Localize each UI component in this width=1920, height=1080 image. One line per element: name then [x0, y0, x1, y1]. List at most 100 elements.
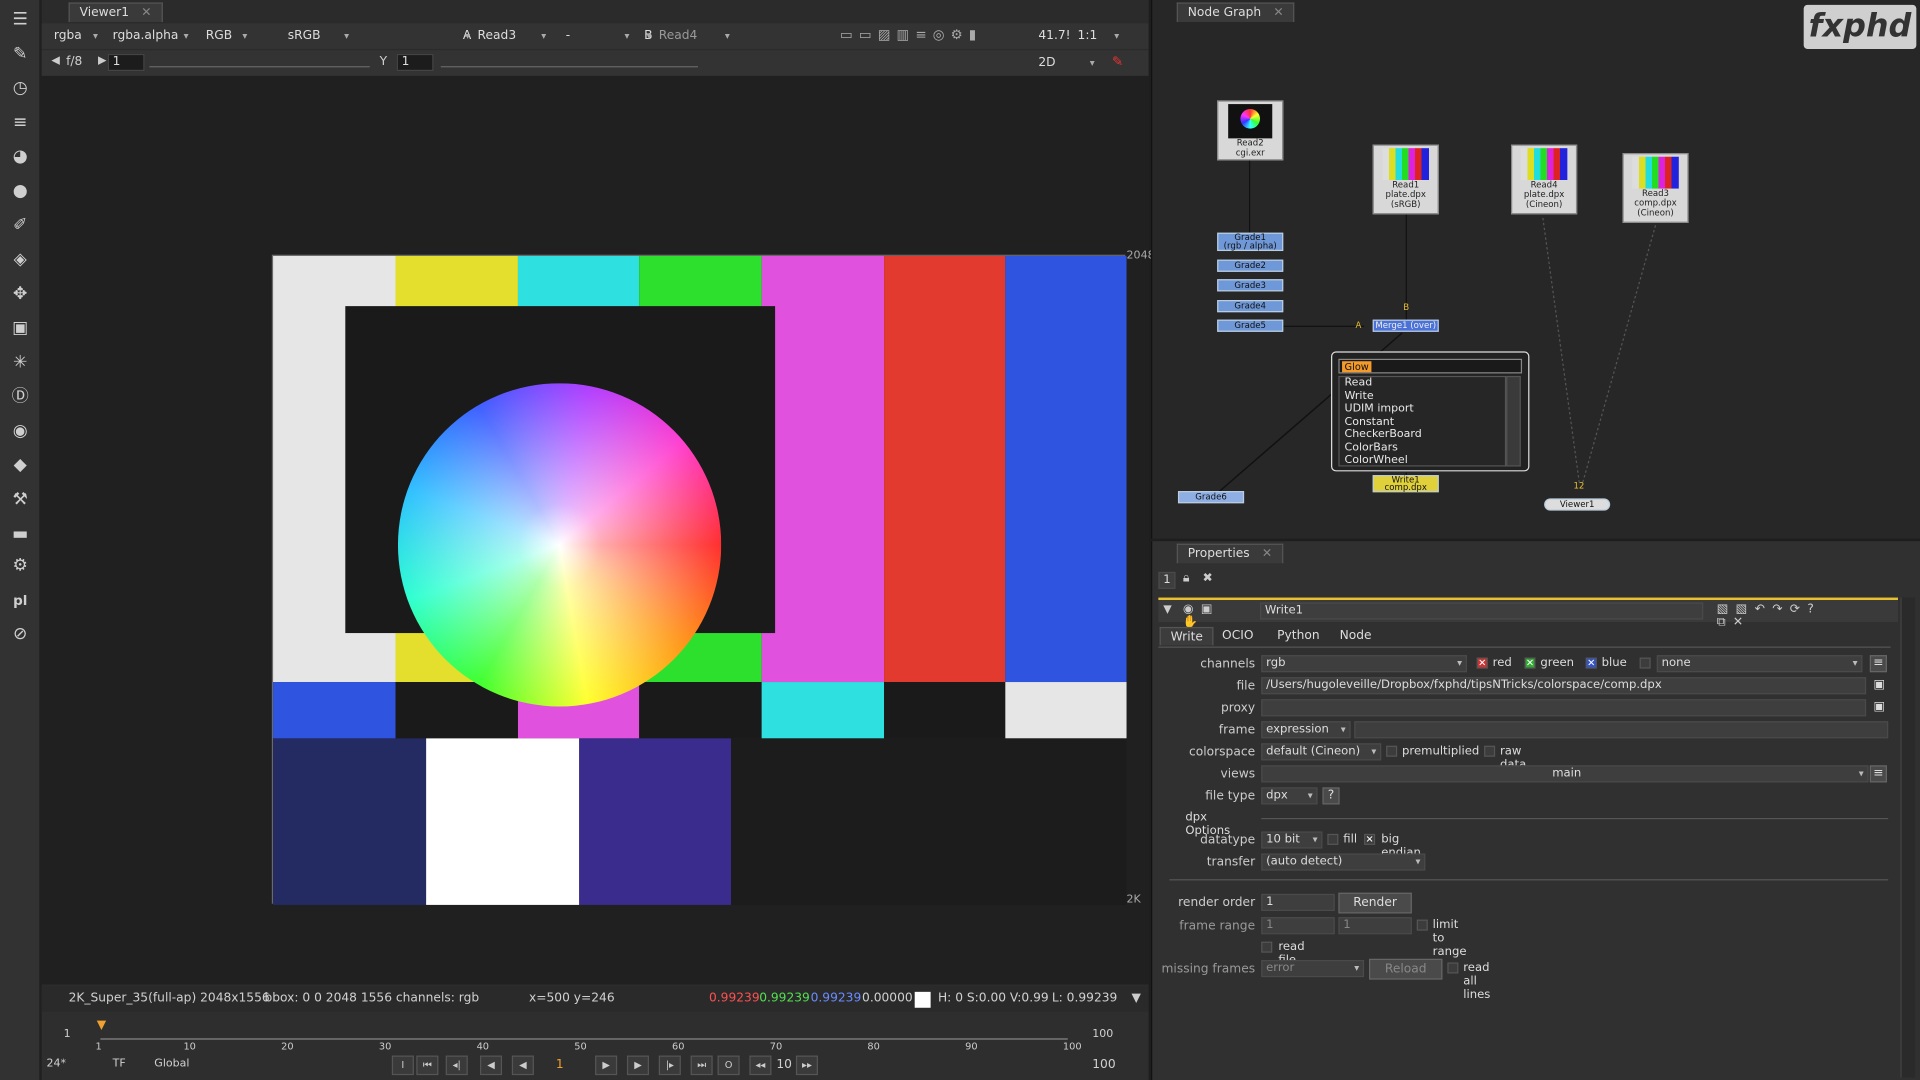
alpha-dropdown[interactable]: rgba.alpha [108, 27, 191, 45]
frame-dropdown[interactable]: expression [1261, 721, 1351, 739]
node-read4[interactable]: Read4 plate.dpx (Cineon) [1511, 144, 1578, 215]
furnace-icon[interactable]: ⚙ [10, 556, 31, 577]
timeline-start[interactable]: 1 [64, 1029, 71, 1041]
3d-icon[interactable]: ▣ [10, 318, 31, 339]
datatype-dropdown[interactable]: 10 bit [1261, 831, 1323, 849]
collapse-icon[interactable]: ▼ [1163, 604, 1171, 616]
list-item[interactable]: CheckerBoard [1340, 429, 1505, 442]
limit-range-checkbox[interactable] [1416, 919, 1428, 931]
node-search-popup[interactable]: Glow Read Write UDIM import Constant Che… [1331, 351, 1530, 472]
arrow-left-icon[interactable]: ◀ [51, 55, 59, 67]
node-read1[interactable]: Read1 plate.dpx (sRGB) [1372, 144, 1439, 215]
timeline-end[interactable]: 100 [1092, 1029, 1113, 1041]
prev-frame-button[interactable]: ◀ [480, 1055, 503, 1076]
chevron-down-icon[interactable]: ▼ [1131, 987, 1140, 1011]
fill-checkbox[interactable] [1327, 833, 1339, 845]
colorspace-dropdown[interactable]: default (Cineon) [1261, 743, 1382, 761]
read-all-lines-checkbox[interactable] [1447, 962, 1459, 974]
fps-dropdown[interactable]: 24* [47, 1058, 67, 1070]
file-type-dropdown[interactable]: dpx [1261, 787, 1318, 805]
arrow-right-icon[interactable]: ▶ [98, 55, 106, 67]
current-frame[interactable]: 1 [556, 1058, 564, 1071]
gamma-slider[interactable] [440, 55, 698, 68]
node-read2[interactable]: Read2 cgi.exr [1217, 100, 1284, 161]
node-read3[interactable]: Read3 comp.dpx (Cineon) [1622, 153, 1689, 223]
gamma-field[interactable]: 1 [396, 53, 434, 72]
node-grade4[interactable]: Grade4 [1217, 300, 1284, 313]
merge-icon[interactable]: ◈ [10, 250, 31, 271]
step-field[interactable]: 10 [776, 1058, 792, 1071]
node-grade2[interactable]: Grade2 [1217, 259, 1284, 272]
viewer-toolbar-icons[interactable]: ▭▭▨▥≡◎⚙▮ [840, 27, 982, 43]
close-icon[interactable]: ✕ [1262, 547, 1272, 560]
missing-frames-dropdown[interactable]: error [1261, 960, 1365, 978]
lock-icon[interactable]: 🔒︎ [1183, 572, 1190, 585]
premultiplied-checkbox[interactable] [1386, 745, 1398, 757]
proxy-field[interactable] [1261, 699, 1867, 717]
channel-icon[interactable]: ≡ [10, 113, 31, 134]
particles-icon[interactable]: ✳ [10, 353, 31, 374]
raw-data-checkbox[interactable] [1484, 745, 1496, 757]
channels-menu-button[interactable]: ≡ [1869, 655, 1887, 673]
first-frame-button[interactable]: ⏮ [416, 1055, 439, 1076]
input-b-dropdown[interactable]: Read4 [654, 27, 732, 45]
list-item[interactable]: ColorWheel [1340, 454, 1505, 467]
skip-forward-button[interactable]: ▸▸ [795, 1055, 818, 1076]
toolsets-icon[interactable]: ⚒ [10, 490, 31, 511]
tab-write[interactable]: Write [1159, 626, 1214, 646]
node-grade5[interactable]: Grade5 [1217, 319, 1284, 332]
other-icon[interactable]: ▬ [10, 524, 31, 545]
skip-back-button[interactable]: ◂◂ [749, 1055, 772, 1076]
file-field[interactable]: /Users/hugoleveille/Dropbox/fxphd/tipsNT… [1261, 677, 1867, 695]
keyer-icon[interactable]: ✐ [10, 216, 31, 237]
popup-scrollbar[interactable] [1506, 375, 1521, 467]
gain-slider[interactable] [149, 55, 370, 68]
node-search-list[interactable]: Read Write UDIM import Constant CheckerB… [1338, 375, 1507, 467]
pl-icon[interactable]: pl [10, 590, 31, 611]
node-grade3[interactable]: Grade3 [1217, 279, 1284, 292]
read-file-checkbox[interactable] [1261, 941, 1273, 953]
tab-node[interactable]: Node [1330, 627, 1382, 645]
playhead-icon[interactable]: ▼ [97, 1019, 106, 1032]
time-icon[interactable]: ◷ [10, 78, 31, 99]
view-mode-dropdown[interactable]: 2D [1033, 54, 1097, 72]
big-endian-checkbox[interactable]: ✕ [1364, 833, 1376, 845]
prev-key-button[interactable]: ◂| [445, 1055, 468, 1076]
gain-field[interactable]: 1 [107, 53, 145, 72]
frame-expression-field[interactable] [1354, 721, 1889, 739]
help-button[interactable]: ? [1322, 787, 1340, 805]
node-grade1[interactable]: Grade1 (rgb / alpha) [1217, 232, 1284, 252]
fstop-label[interactable]: f/8 [66, 55, 82, 68]
color-icon[interactable]: ◕ [10, 147, 31, 168]
range-end-field[interactable]: 1 [1338, 917, 1412, 935]
alpha-checkbox[interactable] [1639, 657, 1651, 669]
red-checkbox[interactable]: ✕ [1476, 657, 1488, 669]
range-start-field[interactable]: 1 [1261, 917, 1335, 935]
gizmo-icon[interactable]: ⊘ [10, 624, 31, 645]
play-back-button[interactable]: ◀ [511, 1055, 534, 1076]
deep-icon[interactable]: Ⓓ [10, 387, 31, 408]
list-item[interactable]: Constant [1340, 416, 1505, 429]
last-frame-button[interactable]: ⏭ [690, 1055, 713, 1076]
list-item[interactable]: ColorBars [1340, 441, 1505, 454]
input-a-dropdown[interactable]: Read3 [473, 27, 549, 45]
close-icon[interactable]: ✕ [141, 6, 151, 19]
draw-icon[interactable]: ✎ [10, 44, 31, 65]
blue-checkbox[interactable]: ✕ [1585, 657, 1597, 669]
tf-dropdown[interactable]: TF [113, 1058, 126, 1070]
global-dropdown[interactable]: Global [154, 1058, 189, 1070]
paint-icon[interactable]: ✎ [1112, 54, 1123, 70]
tab-viewer[interactable]: Viewer1 ✕ [68, 2, 163, 23]
filter-icon[interactable]: ● [10, 181, 31, 202]
folder-icon[interactable]: ▣ [1873, 700, 1885, 713]
node-search-input[interactable]: Glow [1338, 358, 1523, 374]
in-point-button[interactable]: I [391, 1055, 414, 1076]
node-name-field[interactable]: Write1 [1260, 602, 1704, 620]
metadata-icon[interactable]: ◆ [10, 456, 31, 477]
alpha-channel-dropdown[interactable]: none [1656, 655, 1863, 673]
menu-icon[interactable]: ☰ [10, 10, 31, 31]
transform-icon[interactable]: ✥ [10, 284, 31, 305]
clear-icon[interactable]: ✖ [1202, 572, 1212, 585]
end-frame-field[interactable]: 100 [1092, 1058, 1115, 1071]
views-icon[interactable]: ◉ [10, 421, 31, 442]
